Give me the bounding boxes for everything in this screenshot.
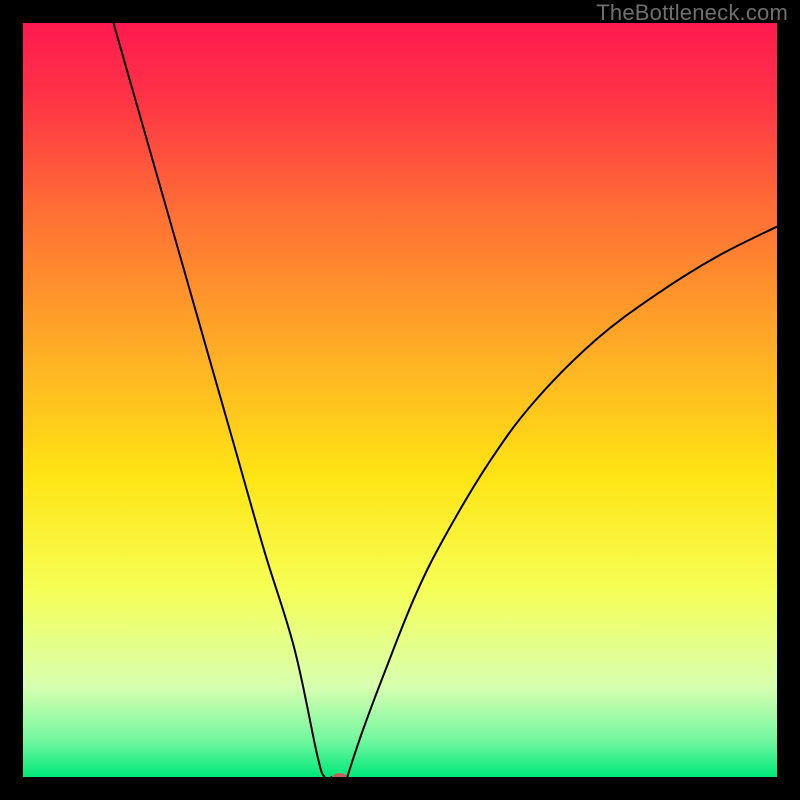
watermark-text: TheBottleneck.com (596, 0, 788, 26)
chart-frame: TheBottleneck.com (0, 0, 800, 800)
plot-area (23, 23, 777, 777)
chart-svg (23, 23, 777, 777)
chart-background (23, 23, 777, 777)
